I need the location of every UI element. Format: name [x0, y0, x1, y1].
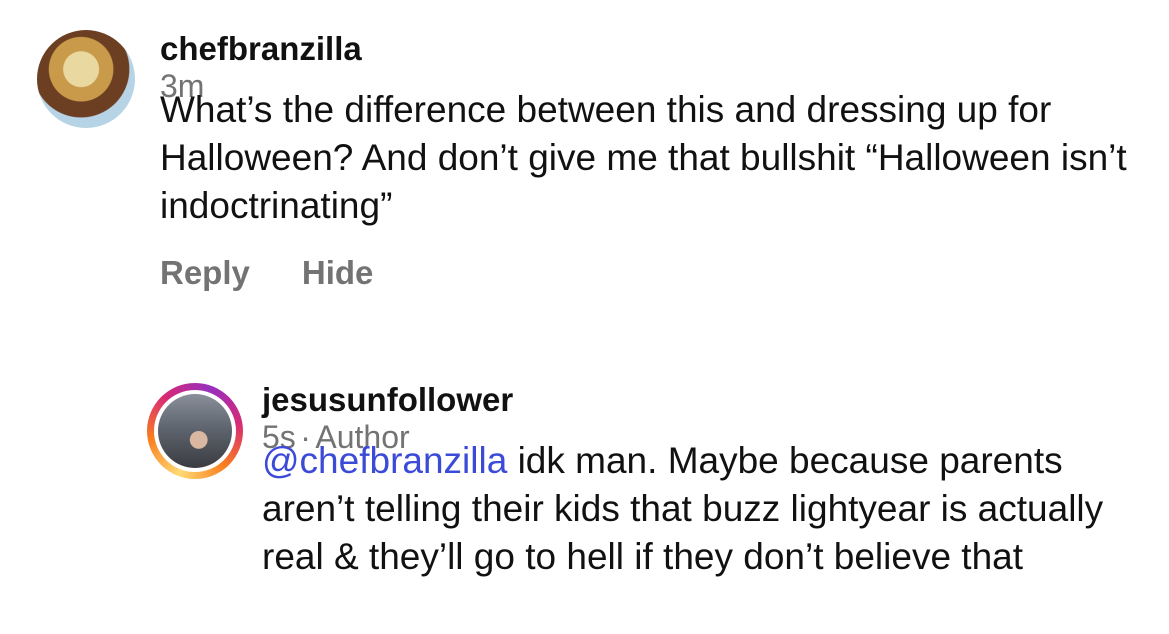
- reply-button[interactable]: Reply: [160, 254, 250, 292]
- avatar[interactable]: [37, 30, 135, 128]
- avatar-story-ring[interactable]: [147, 383, 243, 479]
- avatar-ring-gap: [154, 390, 236, 472]
- mention-link[interactable]: @chefbranzilla: [262, 440, 507, 481]
- hide-button[interactable]: Hide: [302, 254, 374, 292]
- username[interactable]: chefbranzilla: [160, 30, 362, 67]
- reply-text: @chefbranzilla idk man. Maybe because pa…: [262, 437, 1142, 581]
- username[interactable]: jesusunfollower: [262, 381, 513, 418]
- avatar: [158, 394, 232, 468]
- comment-text: What’s the difference between this and d…: [160, 89, 1127, 226]
- comment-actions: Reply Hide: [160, 254, 373, 292]
